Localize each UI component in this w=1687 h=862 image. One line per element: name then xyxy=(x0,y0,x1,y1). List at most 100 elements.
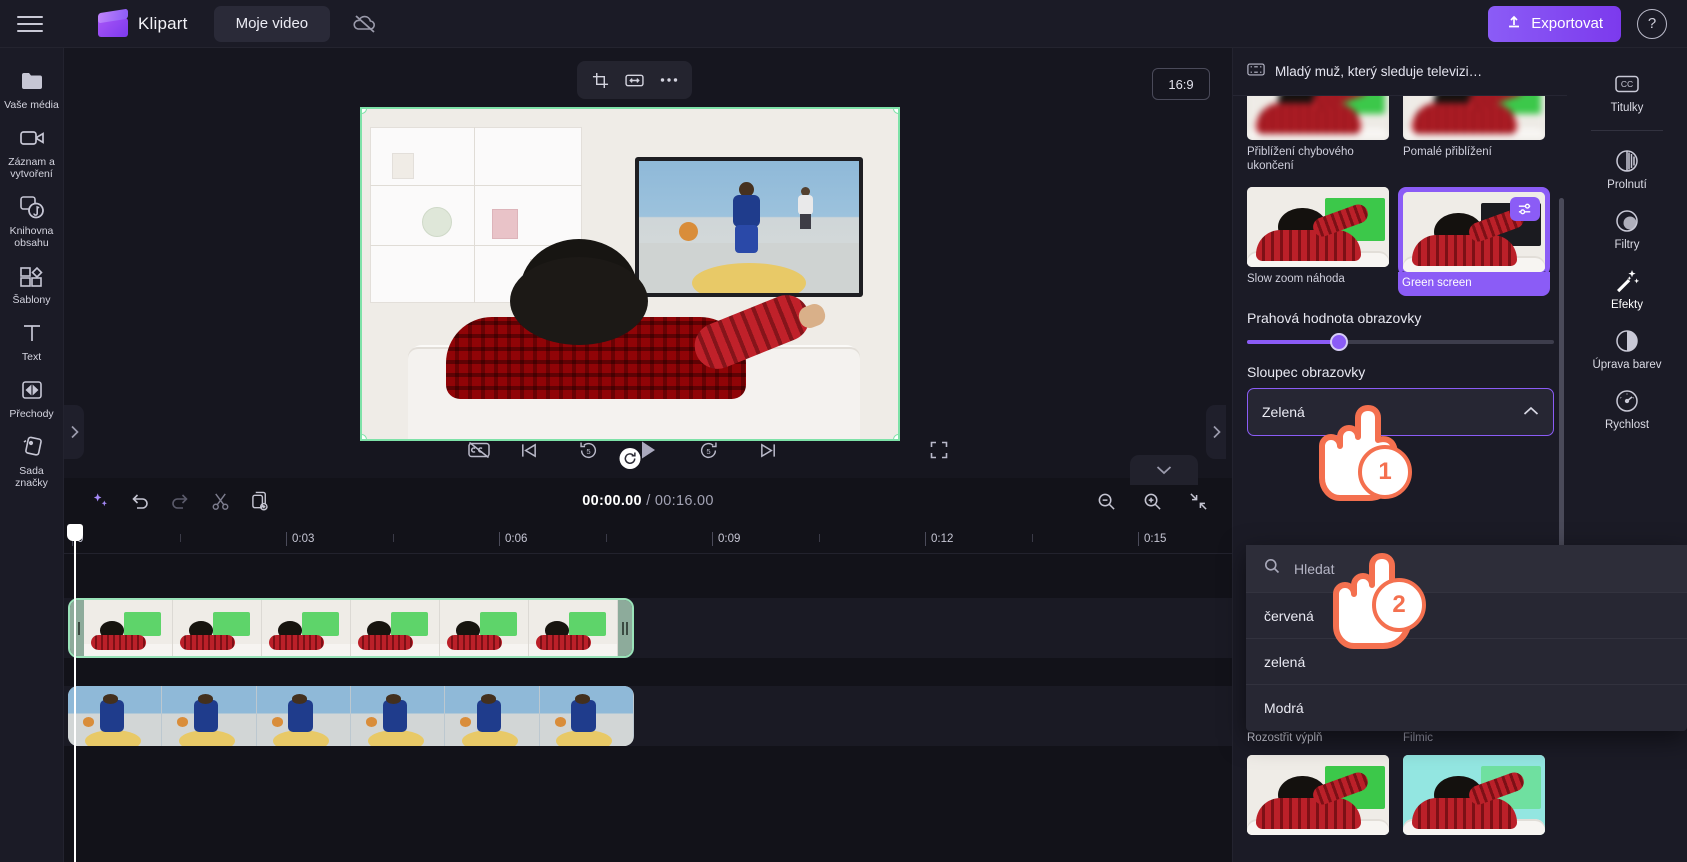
collapse-right-panel-button[interactable] xyxy=(1206,405,1226,459)
effect-label: Pomalé přiblížení xyxy=(1403,146,1492,158)
timeline-clip-green-screen[interactable] xyxy=(68,598,634,658)
tool-efekty[interactable]: Efekty xyxy=(1567,259,1687,319)
collapse-left-panel-button[interactable] xyxy=(64,405,84,459)
screen-column-value: Zelená xyxy=(1262,404,1305,420)
video-camera-icon xyxy=(19,125,45,151)
timeline-toolbar: 00:00.00 / 00:16.00 xyxy=(64,478,1232,524)
ruler-label: 0:09 xyxy=(718,533,741,545)
effect-card-slow-zoom[interactable]: Slow zoom náhoda xyxy=(1247,187,1389,296)
dropdown-option-cervena[interactable]: červená xyxy=(1246,593,1687,639)
duplicate-icon[interactable] xyxy=(244,485,276,517)
tool-label: Úprava barev xyxy=(1592,359,1662,371)
fit-timeline-icon[interactable] xyxy=(1182,485,1214,517)
sidebar-item-label: Sada značky xyxy=(15,465,48,489)
folder-icon xyxy=(20,68,44,94)
dropdown-search[interactable]: Hledat xyxy=(1246,545,1687,593)
speed-icon xyxy=(1614,388,1640,414)
clip-trim-handle-right[interactable] xyxy=(618,600,632,656)
klipart-logo-icon xyxy=(98,8,128,37)
left-sidebar: Vaše média Záznam a vytvoření Knihovna o… xyxy=(0,48,64,862)
svg-text:5: 5 xyxy=(586,446,590,455)
export-label: Exportovat xyxy=(1531,15,1603,32)
aspect-ratio-button[interactable]: 16:9 xyxy=(1152,68,1210,100)
cloud-off-icon[interactable] xyxy=(346,7,384,41)
text-icon xyxy=(21,320,43,346)
clipchamp-video-editor: Klipart Moje video Exportovat ? Vaše méd… xyxy=(0,0,1687,862)
effect-card[interactable]: Pomalé přiblížení xyxy=(1403,96,1545,173)
captions-off-icon[interactable] xyxy=(464,435,494,465)
sidebar-item-your-media[interactable]: Vaše média xyxy=(0,60,64,117)
screen-column-select[interactable]: Zelená xyxy=(1247,388,1554,436)
dropdown-option-modra[interactable]: Modrá xyxy=(1246,685,1687,731)
color-dropdown: Hledat červená zelená Modrá xyxy=(1246,545,1687,731)
ruler-label: 0:12 xyxy=(931,533,954,545)
effect-settings-icon[interactable] xyxy=(1510,197,1540,221)
sidebar-item-label: Vaše média xyxy=(4,99,59,111)
tool-prolnuti[interactable]: Prolnutí xyxy=(1567,139,1687,199)
filters-icon xyxy=(1614,208,1640,234)
sidebar-item-record-create[interactable]: Záznam a vytvoření xyxy=(0,117,64,186)
hamburger-menu-button[interactable] xyxy=(0,0,60,48)
effect-card[interactable] xyxy=(1403,755,1545,835)
scissors-icon[interactable] xyxy=(204,485,236,517)
preview-stage: 16:9 5 5 xyxy=(64,48,1232,478)
selected-video-frame[interactable] xyxy=(360,107,900,469)
tool-label: Prolnutí xyxy=(1607,179,1647,191)
sidebar-item-content-library[interactable]: Knihovna obsahu xyxy=(0,186,64,255)
effects-wand-icon xyxy=(1614,268,1640,294)
rewind-5-icon[interactable]: 5 xyxy=(573,435,603,465)
forward-5-icon[interactable]: 5 xyxy=(693,435,723,465)
skip-previous-icon[interactable] xyxy=(513,435,543,465)
sidebar-item-templates[interactable]: Šablony xyxy=(0,255,64,312)
scene-living-room xyxy=(362,109,898,439)
timeline-clip-basketball[interactable] xyxy=(68,686,634,746)
brand-name: Klipart xyxy=(138,13,188,33)
templates-icon xyxy=(19,263,44,289)
crop-icon[interactable] xyxy=(585,66,615,94)
help-button[interactable]: ? xyxy=(1637,8,1667,39)
upload-icon xyxy=(1506,14,1522,34)
tool-uprava-barev[interactable]: Úprava barev xyxy=(1567,319,1687,379)
effect-card[interactable] xyxy=(1247,755,1389,835)
tool-rychlost[interactable]: Rychlost xyxy=(1567,379,1687,439)
timecode: 00:00.00 / 00:16.00 xyxy=(582,493,714,509)
effect-label: Green screen xyxy=(1398,272,1550,296)
project-tab[interactable]: Moje video xyxy=(213,5,331,42)
redo-icon[interactable] xyxy=(164,485,196,517)
panel-title: Mladý muž, který sleduje televizi… xyxy=(1275,64,1483,79)
effect-card[interactable]: Přiblížení chybového ukončení xyxy=(1247,96,1389,173)
sidebar-item-text[interactable]: Text xyxy=(0,312,64,369)
skip-next-icon[interactable] xyxy=(753,435,783,465)
threshold-slider-knob[interactable] xyxy=(1330,333,1349,351)
magic-icon[interactable] xyxy=(84,485,116,517)
fit-width-icon[interactable] xyxy=(619,66,649,94)
zoom-in-icon[interactable] xyxy=(1136,485,1168,517)
film-strip-icon xyxy=(1247,62,1265,82)
time-separator: / xyxy=(646,493,651,509)
undo-icon[interactable] xyxy=(124,485,156,517)
dropdown-search-input[interactable]: Hledat xyxy=(1294,561,1334,577)
threshold-slider[interactable] xyxy=(1247,333,1554,351)
playhead[interactable] xyxy=(67,524,83,862)
ruler-label: 0:06 xyxy=(505,533,528,545)
transitions-icon xyxy=(20,377,44,403)
video-preview xyxy=(360,107,900,441)
ruler-label: 0:15 xyxy=(1144,533,1167,545)
effect-card-green-screen[interactable]: Green screen xyxy=(1398,187,1550,296)
tv-screen xyxy=(635,157,863,297)
zoom-out-icon[interactable] xyxy=(1090,485,1122,517)
clip-trim-handle-left[interactable] xyxy=(70,600,84,656)
collapse-timeline-button[interactable] xyxy=(1130,455,1198,485)
dropdown-option-zelena[interactable]: zelená xyxy=(1246,639,1687,685)
sidebar-item-transitions[interactable]: Přechody xyxy=(0,369,64,426)
more-icon[interactable] xyxy=(654,66,684,94)
play-icon[interactable] xyxy=(633,435,663,465)
tool-titulky[interactable]: CC Titulky xyxy=(1567,62,1687,122)
tool-filtry[interactable]: Filtry xyxy=(1567,199,1687,259)
header-actions: Exportovat ? xyxy=(1488,5,1687,42)
fullscreen-icon[interactable] xyxy=(924,435,954,465)
sidebar-item-brand-kit[interactable]: Sada značky xyxy=(0,426,64,495)
effect-label: Rozostřit výplň xyxy=(1247,732,1323,744)
timeline-ruler[interactable]: 0 0:03 0:06 0:09 0:12 0:15 0:18 0:21 0:2… xyxy=(64,524,1672,554)
export-button[interactable]: Exportovat xyxy=(1488,5,1621,42)
